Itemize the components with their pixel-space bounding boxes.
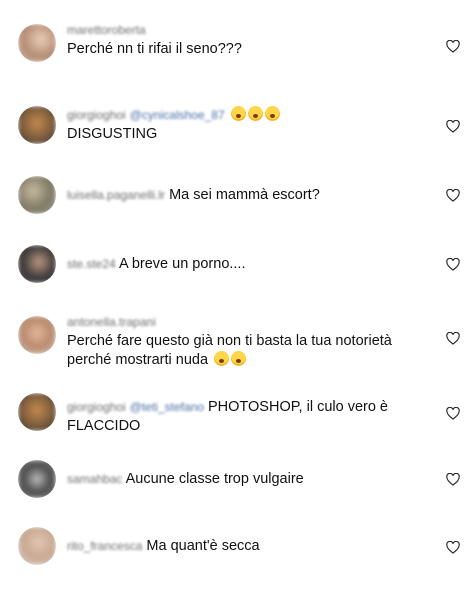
like-heart-icon[interactable] — [446, 473, 460, 486]
comment-text: Aucune classe trop vulgaire — [125, 471, 304, 487]
comment-list: marettoroberta Perché nn ti rifai il sen… — [0, 0, 474, 592]
comment-mention[interactable]: @teti_stefano — [130, 400, 204, 414]
face-with-tears-of-joy-icon — [229, 106, 280, 123]
comment-text: Ma quant'è secca — [146, 538, 260, 554]
comment-text: Ma sei mammà escort? — [169, 187, 320, 203]
avatar[interactable] — [18, 527, 56, 565]
like-heart-icon[interactable] — [446, 407, 460, 420]
like-heart-icon[interactable] — [446, 541, 460, 554]
like-heart-icon[interactable] — [446, 332, 460, 345]
like-heart-icon[interactable] — [446, 258, 460, 271]
like-heart-icon[interactable] — [446, 40, 460, 53]
comment-body: giorgioghoi @cynicalshoe_87 DISGUSTING — [67, 106, 427, 144]
like-heart-icon[interactable] — [446, 189, 460, 202]
avatar[interactable] — [18, 245, 56, 283]
hushed-face-icon — [212, 351, 247, 368]
comment-body: ste.ste24 A breve un porno.... — [67, 255, 427, 274]
avatar[interactable] — [18, 176, 56, 214]
avatar-image — [18, 24, 56, 62]
comment-username[interactable]: giorgioghoi — [67, 400, 126, 414]
comment-username[interactable]: marettoroberta — [67, 22, 427, 38]
comment-username[interactable]: giorgioghoi — [67, 108, 126, 122]
comment-mention[interactable]: @cynicalshoe_87 — [130, 108, 225, 122]
comment-text: Perché nn ti rifai il seno??? — [67, 41, 242, 57]
avatar-image — [18, 460, 56, 498]
comment-text: DISGUSTING — [67, 126, 158, 142]
comment-username[interactable]: antonella.trapani — [67, 314, 427, 330]
comment-body: antonella.trapani Perché fare questo già… — [67, 314, 427, 370]
avatar-image — [18, 245, 56, 283]
avatar[interactable] — [18, 106, 56, 144]
comment-body: luisella.paganelli.lr Ma sei mammà escor… — [67, 186, 427, 205]
avatar-image — [18, 106, 56, 144]
avatar-image — [18, 176, 56, 214]
avatar[interactable] — [18, 316, 56, 354]
comment-body: rito_francesca Ma quant'è secca — [67, 537, 427, 556]
avatar-image — [18, 393, 56, 431]
comment-body: giorgioghoi @teti_stefano PHOTOSHOP, il … — [67, 398, 427, 436]
comment-username[interactable]: luisella.paganelli.lr — [67, 188, 165, 202]
avatar[interactable] — [18, 393, 56, 431]
comment-username[interactable]: rito_francesca — [67, 539, 142, 553]
comment-body: samahbac Aucune classe trop vulgaire — [67, 470, 427, 489]
avatar[interactable] — [18, 460, 56, 498]
comment-username[interactable]: ste.ste24 — [67, 257, 116, 271]
comment-username[interactable]: samahbac — [67, 472, 122, 486]
like-heart-icon[interactable] — [446, 120, 460, 133]
comment-text: A breve un porno.... — [118, 256, 246, 272]
avatar-image — [18, 527, 56, 565]
avatar[interactable] — [18, 24, 56, 62]
avatar-image — [18, 316, 56, 354]
comment-body: marettoroberta Perché nn ti rifai il sen… — [67, 22, 427, 59]
